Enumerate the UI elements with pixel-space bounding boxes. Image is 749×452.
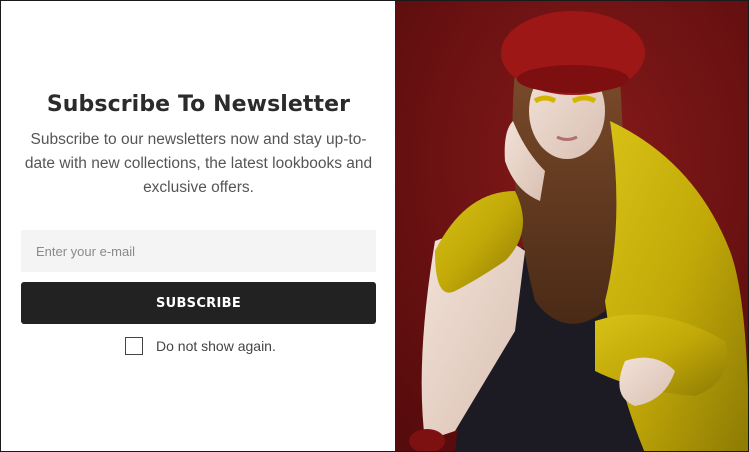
model-illustration [394,1,748,451]
newsletter-popup: Subscribe To Newsletter Subscribe to our… [0,0,749,452]
dont-show-again-option[interactable]: Do not show again. [125,337,276,355]
dont-show-checkbox[interactable] [125,337,143,355]
popup-description: Subscribe to our newsletters now and sta… [24,131,373,196]
dont-show-label: Do not show again. [156,338,276,354]
beret-band [516,65,629,93]
popup-title: Subscribe To Newsletter [46,92,351,117]
newsletter-form-panel: Subscribe To Newsletter Subscribe to our… [1,1,395,451]
subscribe-button[interactable]: SUBSCRIBE [21,282,376,324]
model-photo [394,1,748,451]
email-input[interactable] [21,230,376,272]
